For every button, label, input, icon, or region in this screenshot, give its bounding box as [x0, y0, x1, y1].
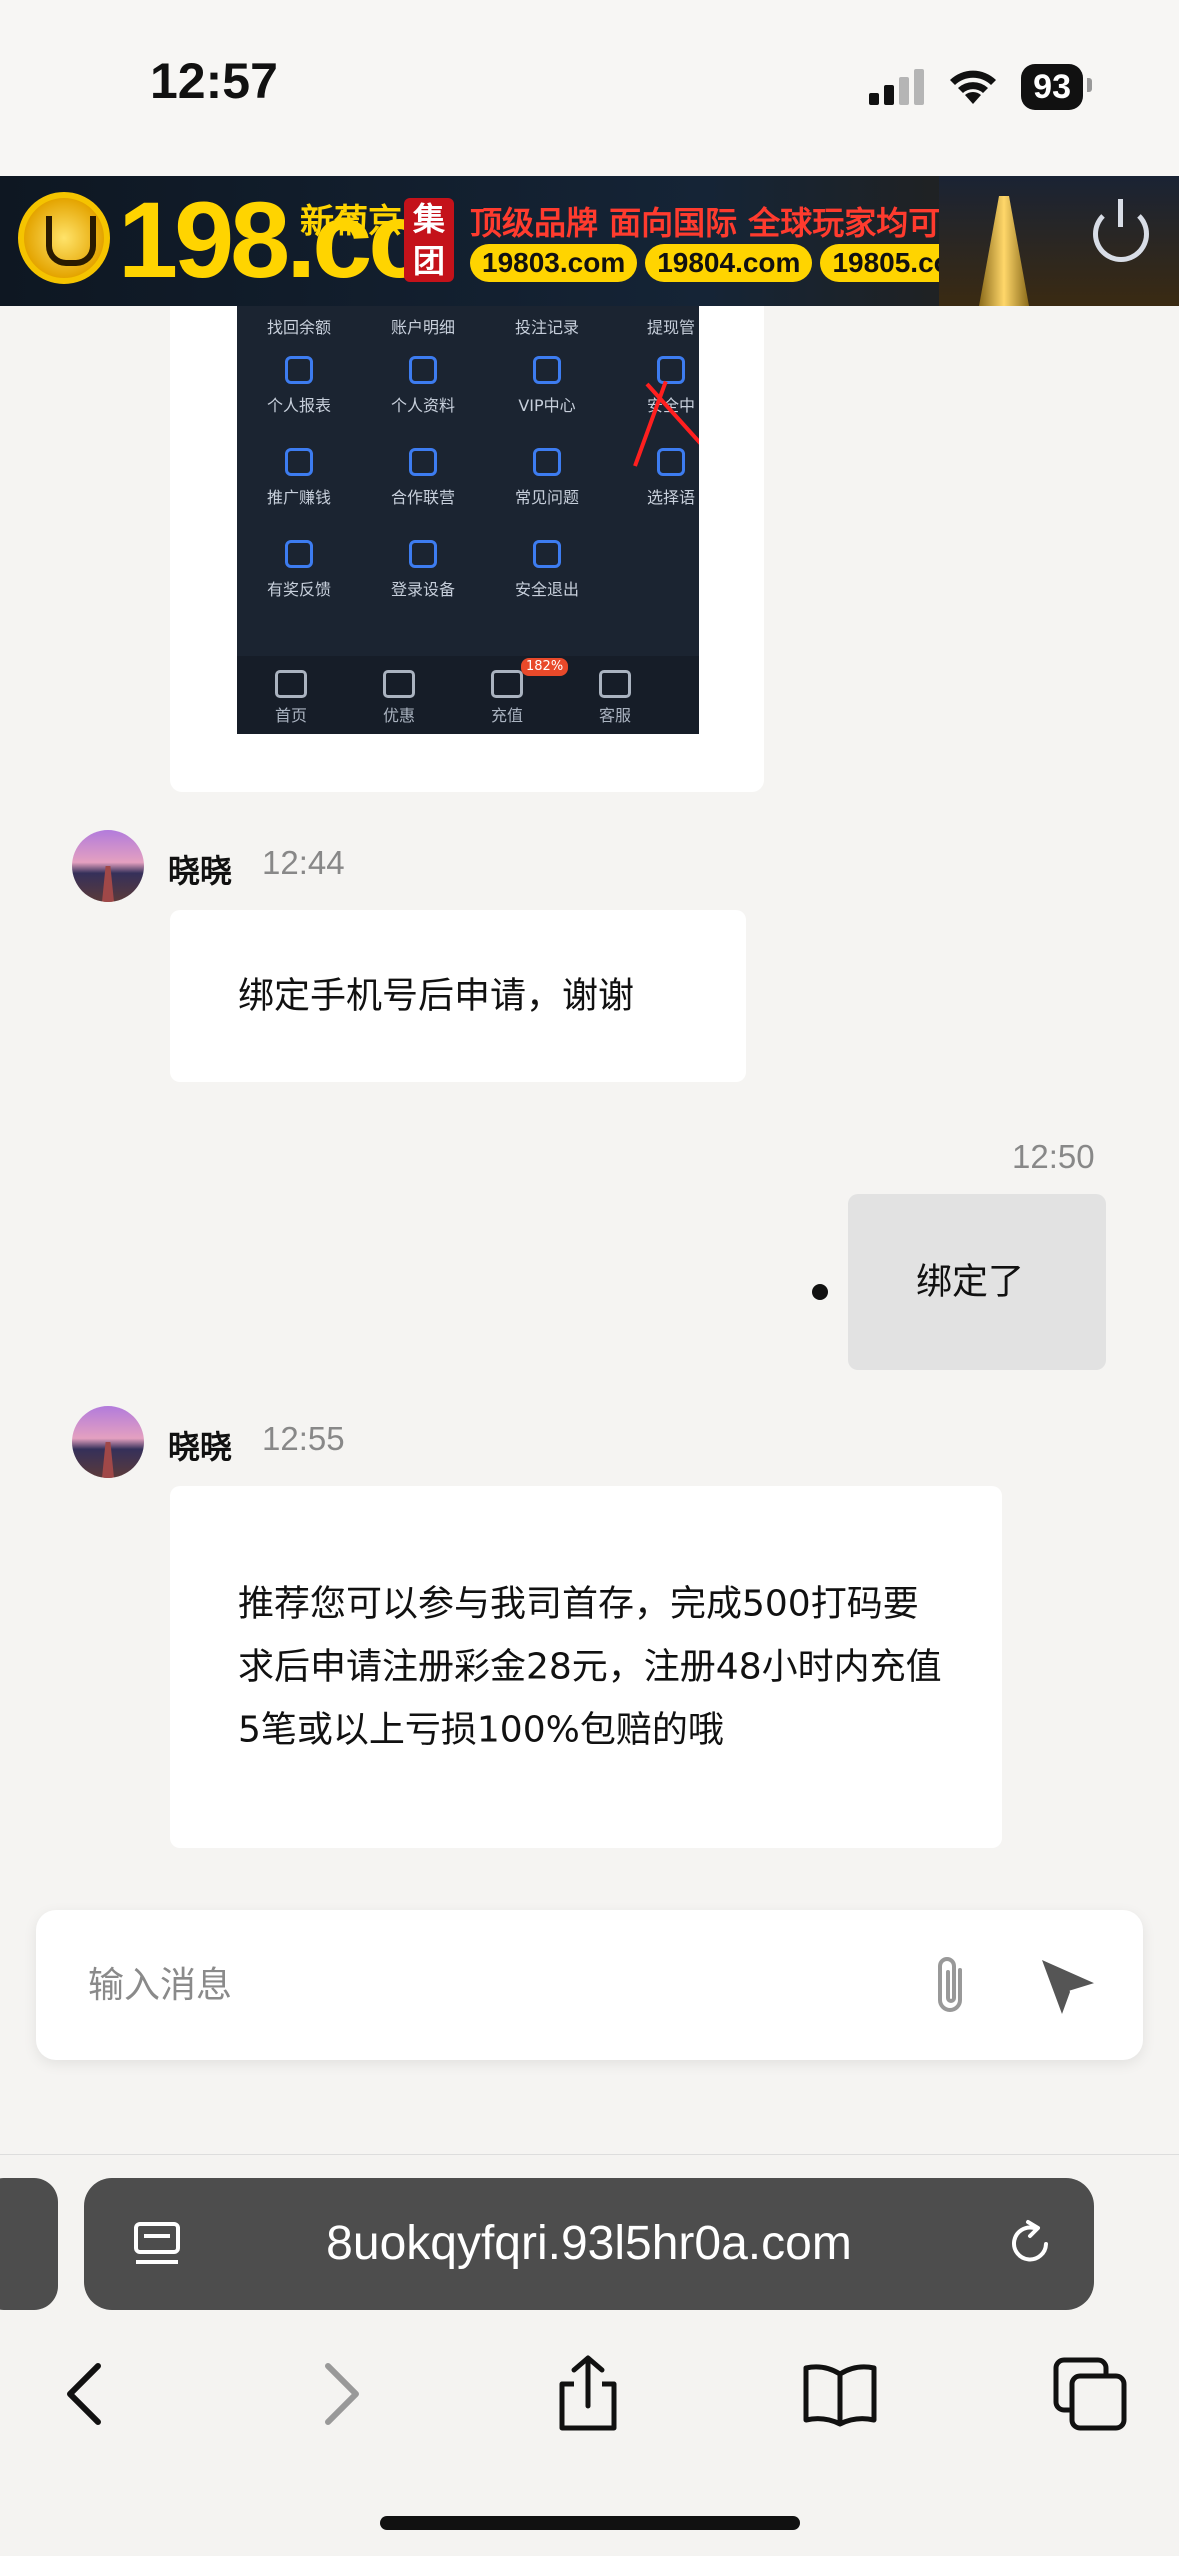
shared-screenshot-image[interactable]: 找回余额 账户明细 投注记录 提现管 个人报表 个人资料 VIP中心 安全中 推…: [237, 306, 699, 734]
report-icon: [285, 356, 313, 384]
message-bubble-self: 绑定了: [848, 1194, 1106, 1370]
screenshot-tab: 客服: [598, 706, 631, 725]
banner-tower-image: [979, 196, 1029, 306]
sent-status-dot: [812, 1284, 828, 1300]
banner-domains: 19803.com 19804.com 19805.com: [470, 244, 988, 282]
screenshot-menu-item: VIP中心: [518, 396, 576, 415]
screenshot-menu-item: 合作联营: [390, 488, 455, 507]
help-icon: [533, 448, 561, 476]
sender-name: 晓晓: [168, 852, 233, 890]
back-icon[interactable]: [46, 2354, 126, 2434]
promotion-icon: [285, 448, 313, 476]
screenshot-menu-item: 提现管: [646, 318, 695, 337]
screenshot-menu-item: 账户明细: [390, 318, 455, 337]
screenshot-menu-item: 个人资料: [390, 396, 455, 415]
feedback-icon: [285, 540, 313, 568]
sender-name: 晓晓: [168, 1428, 233, 1466]
message-text: 绑定了: [916, 1261, 1025, 1303]
message-text: 推荐您可以参与我司首存，完成500打码要求后申请注册彩金28元，注册48小时内充…: [238, 1583, 942, 1751]
adjacent-tab-preview[interactable]: [0, 2178, 58, 2310]
banner-seal: 集团: [404, 198, 454, 282]
browser-toolbar: [0, 2340, 1179, 2440]
screenshot-tab: 首页: [274, 706, 307, 725]
vip-icon: [533, 356, 561, 384]
cellular-signal-icon: [869, 69, 925, 105]
screenshot-menu-item: 找回余额: [266, 318, 331, 337]
banner-logo-icon: [18, 192, 110, 284]
message-text: 绑定手机号后申请，谢谢: [238, 975, 635, 1017]
message-time: 12:55: [262, 1420, 345, 1457]
avatar[interactable]: [72, 830, 144, 902]
banner-domain: 19803.com: [470, 244, 638, 282]
banner-domain: 19804.com: [645, 244, 813, 282]
screenshot-menu-item: 登录设备: [390, 580, 455, 599]
status-icons: 93: [869, 64, 1092, 110]
screenshot-menu-item: 投注记录: [514, 318, 579, 337]
shield-icon: [657, 356, 685, 384]
banner-slogan: 顶级品牌 面向国际 全球玩家均可娱乐: [470, 204, 1005, 242]
status-bar: 12:57 93: [0, 0, 1179, 176]
screenshot-menu-item: 选择语: [646, 488, 695, 507]
paperclip-icon[interactable]: [922, 1952, 982, 2018]
message-input-bar: [36, 1910, 1143, 2060]
message-time: 12:44: [262, 844, 345, 881]
reload-icon[interactable]: [1004, 2218, 1056, 2270]
message-bubble: 绑定手机号后申请，谢谢: [170, 910, 746, 1082]
banner-brand: 新葡京: [300, 202, 402, 242]
logout-icon: [533, 540, 561, 568]
gift-icon: [383, 670, 415, 698]
screenshot-menu-grid: 找回余额 账户明细 投注记录 提现管 个人报表 个人资料 VIP中心 安全中 推…: [237, 306, 699, 622]
message-time: 12:50: [1012, 1138, 1095, 1175]
screenshot-menu-item: 推广赚钱: [266, 488, 331, 507]
battery-indicator: 93: [1021, 64, 1092, 110]
url-text[interactable]: 8uokqyfqri.93l5hr0a.com: [84, 2178, 1094, 2310]
headset-icon: [599, 670, 631, 698]
profile-icon: [409, 356, 437, 384]
home-icon: [275, 670, 307, 698]
address-bar[interactable]: 8uokqyfqri.93l5hr0a.com: [84, 2178, 1094, 2310]
share-icon[interactable]: [548, 2354, 628, 2434]
screenshot-tabbar: 首页 优惠 充值 182% 客服: [237, 656, 699, 734]
message-input[interactable]: [88, 1910, 888, 2060]
banner-skyline-image: [939, 176, 1179, 306]
wallet-icon: [491, 670, 523, 698]
status-time: 12:57: [150, 53, 278, 109]
device-icon: [409, 540, 437, 568]
screenshot-tab: 充值: [490, 706, 523, 725]
forward-icon[interactable]: [300, 2354, 380, 2434]
bookmarks-icon[interactable]: [800, 2354, 880, 2434]
home-indicator: [380, 2516, 800, 2530]
power-icon[interactable]: [1093, 199, 1149, 262]
partner-icon: [409, 448, 437, 476]
screenshot-menu-item: 有奖反馈: [266, 580, 331, 599]
avatar[interactable]: [72, 1406, 144, 1478]
ad-banner[interactable]: 198.cc 新葡京 集团 顶级品牌 面向国际 全球玩家均可娱乐 19803.c…: [0, 176, 1179, 306]
wifi-icon: [950, 70, 997, 104]
message-bubble: 推荐您可以参与我司首存，完成500打码要求后申请注册彩金28元，注册48小时内充…: [170, 1486, 1002, 1848]
language-icon: [657, 448, 685, 476]
screenshot-tab: 优惠: [382, 706, 415, 725]
send-icon[interactable]: [1036, 1952, 1102, 2018]
screenshot-menu-item: 安全退出: [514, 580, 579, 599]
screenshot-menu-item: 常见问题: [514, 488, 579, 507]
tabs-icon[interactable]: [1050, 2354, 1130, 2434]
screenshot-menu-item: 个人报表: [266, 396, 331, 415]
